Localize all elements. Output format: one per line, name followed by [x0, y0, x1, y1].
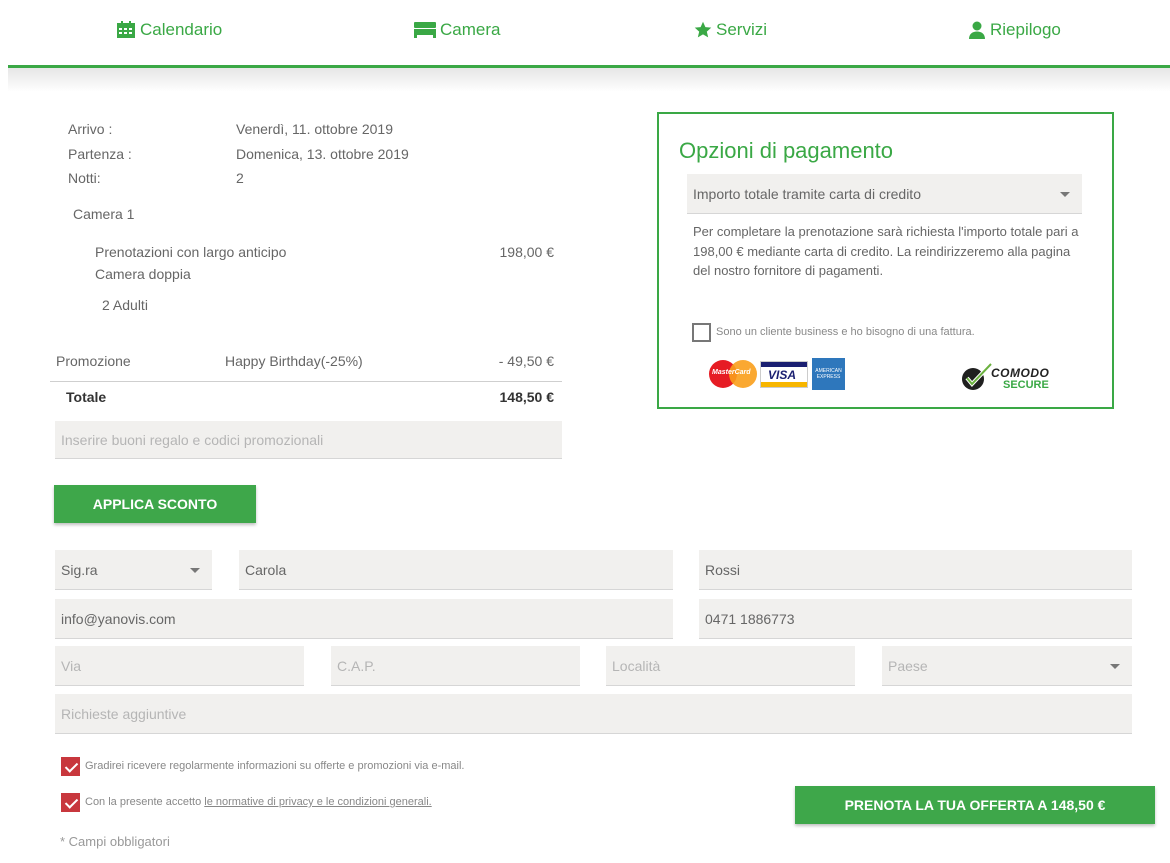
departure-value: Domenica, 13. ottobre 2019	[236, 146, 409, 162]
city-input[interactable]: Località	[606, 646, 855, 686]
guests-count: 2 Adulti	[102, 297, 148, 313]
rate-price: 198,00 €	[499, 244, 555, 260]
privacy-link[interactable]: le normative di privacy e le condizioni …	[204, 796, 431, 808]
zip-input[interactable]: C.A.P.	[331, 646, 580, 686]
checkmark-seal-icon	[962, 362, 993, 390]
visa-logo: VISA	[760, 361, 808, 388]
last-name-value: Rossi	[705, 561, 741, 578]
booking-steps-nav: Calendario Camera Servizi Riepilogo	[0, 0, 1170, 92]
nights-value: 2	[236, 170, 244, 186]
total-label: Totale	[66, 389, 107, 405]
nav-step-services-label: Servizi	[716, 20, 768, 39]
country-select[interactable]: Paese	[882, 646, 1132, 686]
last-name-input[interactable]: Rossi	[699, 550, 1132, 590]
mastercard-text: MasterCard	[712, 369, 751, 376]
star-icon	[694, 21, 712, 38]
user-icon	[969, 21, 985, 39]
nav-step-calendar[interactable]: Calendario	[116, 20, 222, 40]
amex-text: AMERICAN EXPRESS	[815, 368, 842, 380]
chevron-down-icon	[190, 567, 200, 573]
additional-requests-placeholder: Richieste aggiuntive	[61, 705, 187, 722]
nav-step-summary[interactable]: Riepilogo	[968, 20, 1061, 40]
promo-label: Promozione	[56, 353, 131, 369]
business-invoice-label: Sono un cliente business e ho bisogno di…	[716, 326, 975, 338]
nav-step-calendar-label: Calendario	[140, 20, 223, 39]
arrival-value: Venerdì, 11. ottobre 2019	[236, 121, 393, 137]
voucher-placeholder: Inserire buoni regalo e codici promozion…	[61, 431, 324, 448]
rate-name: Prenotazioni con largo anticipo	[95, 244, 287, 260]
chevron-down-icon	[1060, 191, 1070, 197]
payment-options-panel: Opzioni di pagamento Importo totale tram…	[657, 112, 1114, 409]
first-name-value: Carola	[245, 561, 287, 578]
nav-step-services[interactable]: Servizi	[694, 20, 767, 40]
room-type: Camera doppia	[95, 266, 191, 282]
nav-divider	[8, 68, 1170, 92]
chevron-down-icon	[1110, 663, 1120, 669]
total-divider	[50, 381, 562, 382]
nav-step-summary-label: Riepilogo	[990, 20, 1061, 39]
email-field[interactable]: info@yanovis.com	[55, 599, 673, 639]
additional-requests-input[interactable]: Richieste aggiuntive	[55, 694, 1132, 734]
amex-logo: AMERICAN EXPRESS	[812, 358, 845, 390]
promo-amount: - 49,50 €	[498, 353, 554, 369]
payment-description: Per completare la prenotazione sarà rich…	[693, 224, 1079, 278]
first-name-input[interactable]: Carola	[239, 550, 673, 590]
comodo-sub-text: SECURE	[1003, 379, 1049, 391]
apply-discount-button[interactable]: APPLICA SCONTO	[54, 485, 256, 523]
zip-placeholder: C.A.P.	[337, 657, 376, 674]
phone-field[interactable]: 0471 1886773	[699, 599, 1132, 639]
street-placeholder: Via	[61, 657, 81, 674]
newsletter-label: Gradirei ricevere regolarmente informazi…	[85, 760, 465, 772]
comodo-text: COMODO	[991, 366, 1050, 380]
mastercard-logo: MasterCard	[709, 360, 757, 388]
comodo-secure-logo: COMODO SECURE	[961, 362, 1071, 394]
room-heading: Camera 1	[73, 206, 135, 222]
book-offer-label: PRENOTA LA TUA OFFERTA A 148,50 €	[844, 797, 1106, 813]
business-invoice-checkbox[interactable]	[692, 323, 711, 342]
nights-label: Notti:	[68, 170, 101, 186]
bed-icon	[414, 22, 436, 38]
street-input[interactable]: Via	[55, 646, 304, 686]
payment-method-select[interactable]: Importo totale tramite carta di credito	[687, 174, 1082, 214]
arrival-label: Arrivo :	[68, 121, 113, 137]
promo-name: Happy Birthday(-25%)	[225, 353, 363, 369]
required-fields-note: * Campi obbligatori	[60, 834, 170, 849]
book-offer-button[interactable]: PRENOTA LA TUA OFFERTA A 148,50 €	[795, 786, 1155, 824]
payment-method-value: Importo totale tramite carta di credito	[693, 185, 921, 202]
nav-step-room-label: Camera	[440, 20, 501, 39]
privacy-prefix: Con la presente accetto	[85, 796, 202, 808]
phone-value: 0471 1886773	[705, 610, 795, 627]
apply-discount-label: APPLICA SCONTO	[92, 496, 218, 512]
salutation-value: Sig.ra	[61, 561, 98, 578]
email-value: info@yanovis.com	[61, 610, 176, 627]
departure-label: Partenza :	[68, 146, 132, 162]
payment-title: Opzioni di pagamento	[679, 138, 894, 163]
country-placeholder: Paese	[888, 657, 928, 674]
city-placeholder: Località	[612, 657, 661, 674]
voucher-input[interactable]: Inserire buoni regalo e codici promozion…	[55, 421, 562, 459]
privacy-label: Con la presente accetto le normative di …	[85, 796, 432, 808]
visa-text: VISA	[768, 368, 797, 382]
privacy-checkbox[interactable]	[61, 793, 80, 812]
nav-step-room[interactable]: Camera	[414, 20, 500, 40]
calendar-icon	[117, 21, 135, 38]
newsletter-checkbox[interactable]	[61, 757, 80, 776]
total-value: 148,50 €	[499, 389, 555, 405]
salutation-select[interactable]: Sig.ra	[55, 550, 212, 590]
